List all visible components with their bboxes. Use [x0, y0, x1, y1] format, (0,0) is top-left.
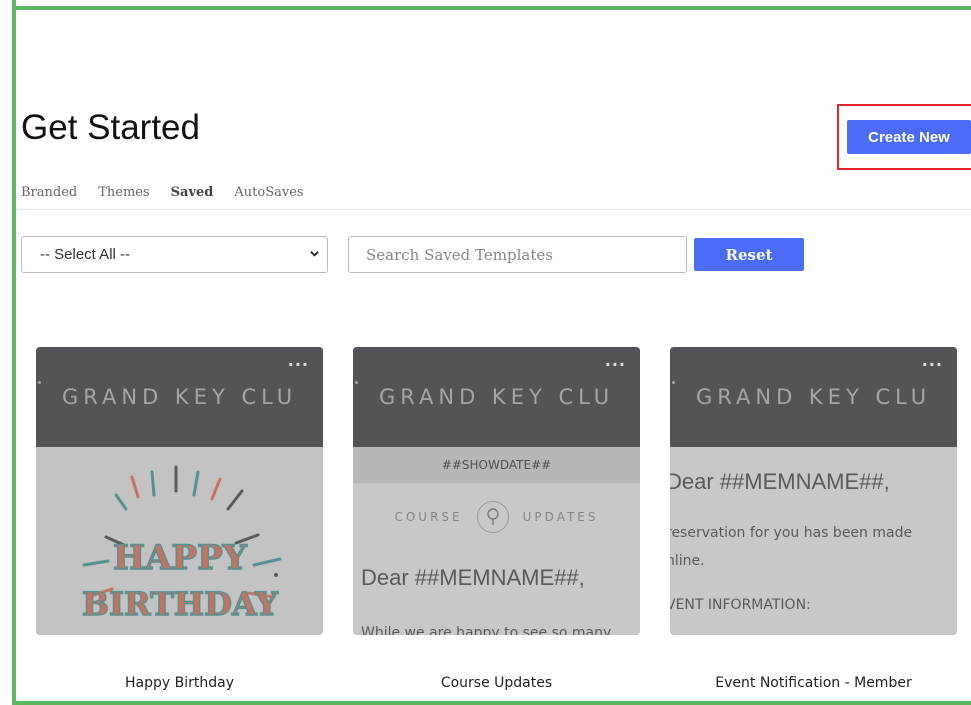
card-preview: Dear ##MEMNAME##, reservation for you ha…	[670, 447, 957, 635]
template-card-event-notification[interactable]: GRAND KEY CLU ... Dear ##MEMNAME##, rese…	[670, 347, 957, 635]
body-line-2: nline.	[670, 553, 705, 569]
tab-autosaves[interactable]: AutoSaves	[234, 185, 303, 200]
frame-top-edge	[12, 6, 971, 10]
reset-button[interactable]: Reset	[694, 238, 804, 271]
card-label-course-updates: Course Updates	[440, 675, 553, 691]
body-line-3: VENT INFORMATION:	[670, 597, 811, 613]
header-dot	[355, 381, 358, 384]
card-label-event-notification: Event Notification - Member	[715, 675, 912, 691]
art-line1: HAPPY	[113, 538, 248, 578]
frame-left-edge	[12, 0, 16, 705]
greeting-text: Dear ##MEMNAME##,	[670, 469, 890, 494]
tab-divider	[16, 209, 971, 210]
card-more-icon[interactable]: ...	[922, 351, 943, 370]
course-right-text: UPDATES	[522, 510, 599, 524]
card-preview: ##SHOWDATE## COURSE UPDATES Dear ##MEMNA…	[353, 447, 640, 635]
category-select[interactable]: -- Select All --	[21, 236, 328, 273]
template-tabs: Branded Themes Saved AutoSaves	[21, 185, 304, 200]
template-card-happy-birthday[interactable]: GRAND KEY CLU ... HAPPY BIRTHDAY	[36, 347, 323, 635]
chevron-down-icon	[310, 251, 319, 257]
birthday-art: HAPPY BIRTHDAY	[81, 465, 282, 624]
template-card-course-updates[interactable]: GRAND KEY CLU ... ##SHOWDATE## COURSE UP…	[353, 347, 640, 635]
card-label-happy-birthday: Happy Birthday	[125, 675, 234, 691]
card-header: GRAND KEY CLU ...	[36, 347, 323, 447]
course-updates-banner: COURSE UPDATES	[353, 501, 640, 533]
art-line2: BIRTHDAY	[82, 585, 279, 623]
tab-themes[interactable]: Themes	[98, 185, 149, 200]
course-left-text: COURSE	[394, 510, 463, 524]
card-preview: HAPPY BIRTHDAY	[36, 447, 323, 635]
frame-bottom-edge	[12, 701, 971, 705]
header-dot	[672, 381, 675, 384]
greeting-text: Dear ##MEMNAME##,	[361, 565, 585, 590]
snippet-text: While we are happy to see so many	[361, 625, 612, 635]
body-line-1: reservation for you has been made	[670, 525, 913, 541]
card-header: GRAND KEY CLU ...	[670, 347, 957, 447]
search-templates-input[interactable]	[348, 236, 687, 273]
card-more-icon[interactable]: ...	[605, 351, 626, 370]
showdate-bar: ##SHOWDATE##	[353, 447, 640, 483]
card-brand-text: GRAND KEY CLU	[379, 385, 615, 409]
tab-branded[interactable]: Branded	[21, 185, 77, 200]
card-brand-text: GRAND KEY CLU	[62, 385, 298, 409]
page-title: Get Started	[21, 108, 200, 147]
card-brand-text: GRAND KEY CLU	[696, 385, 932, 409]
header-dot	[38, 381, 41, 384]
create-new-button[interactable]: Create New	[847, 120, 971, 154]
map-pin-icon	[476, 501, 509, 533]
card-more-icon[interactable]: ...	[288, 351, 309, 370]
card-header: GRAND KEY CLU ...	[353, 347, 640, 447]
tab-saved[interactable]: Saved	[171, 185, 214, 200]
category-select-value: -- Select All --	[40, 246, 131, 263]
